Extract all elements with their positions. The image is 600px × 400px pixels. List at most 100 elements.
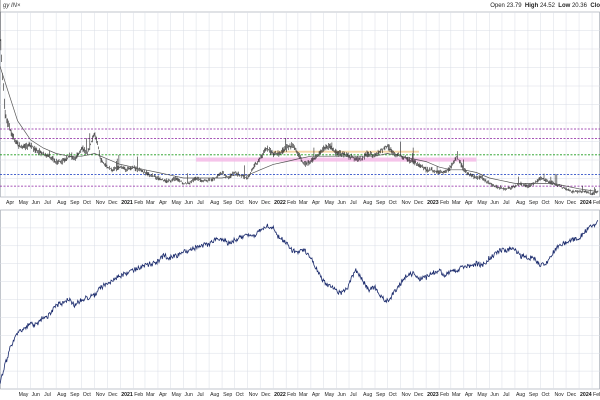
upper-axis-label: Sep	[376, 200, 385, 206]
lower-axis-label: May	[477, 392, 487, 398]
upper-axis-label: Oct	[83, 200, 92, 206]
lower-axis-label: Oct	[236, 392, 245, 398]
lower-axis-label: Nov	[402, 392, 412, 398]
upper-axis-label: Nov	[96, 200, 106, 206]
support-band-pink	[196, 157, 477, 162]
lower-axis-label: Aug	[516, 392, 525, 398]
upper-axis-label: Jul	[350, 200, 357, 206]
upper-axis-label: Jul	[197, 200, 204, 206]
upper-axis-label: Sep	[70, 200, 79, 206]
lower-axis-label: May	[19, 392, 29, 398]
upper-axis-label: Apr	[312, 200, 320, 206]
lower-axis-label: Oct	[83, 392, 92, 398]
upper-axis-label: Oct	[236, 200, 245, 206]
lower-axis-label: Dec	[108, 392, 118, 398]
upper-axis-label: Dec	[108, 200, 118, 206]
upper-axis-label: Nov	[402, 200, 412, 206]
upper-axis-label: Oct	[542, 200, 551, 206]
lower-axis-label: Nov	[554, 392, 564, 398]
upper-axis-label: Apr	[159, 200, 167, 206]
lower-axis-label: Apr	[312, 392, 320, 398]
upper-axis-label: Jun	[185, 200, 193, 206]
lower-axis-label: 2024	[580, 392, 592, 398]
lower-axis-label: Jul	[44, 392, 51, 398]
upper-axis-label: Dec	[567, 200, 577, 206]
lower-axis-label: Sep	[376, 392, 385, 398]
lower-axis-label: Dec	[567, 392, 577, 398]
lower-axis-label: Nov	[249, 392, 259, 398]
lower-axis-label: Feb	[593, 392, 600, 398]
lower-axis-label: Jul	[503, 392, 510, 398]
upper-axis-label: Nov	[249, 200, 259, 206]
upper-axis-label: Jun	[337, 200, 345, 206]
upper-axis-label: 2021	[121, 200, 133, 206]
lower-axis-label: 2021	[121, 392, 133, 398]
lower-axis-label: Oct	[389, 392, 398, 398]
upper-axis-label: May	[324, 200, 334, 206]
upper-axis-label: Jul	[503, 200, 510, 206]
lower-axis-label: Jul	[350, 392, 357, 398]
upper-axis-label: Oct	[389, 200, 398, 206]
lower-axis-label: Sep	[70, 392, 79, 398]
lower-axis-label: May	[324, 392, 334, 398]
upper-price-panel	[0, 0, 600, 198]
lower-axis-label: Feb	[134, 392, 143, 398]
lower-line-panel	[0, 209, 600, 390]
lower-axis-label: Jun	[185, 392, 193, 398]
upper-axis-label: Feb	[593, 200, 600, 206]
upper-axis-label: Feb	[134, 200, 143, 206]
upper-axis-label: Jun	[490, 200, 498, 206]
lower-axis-label: Mar	[146, 392, 155, 398]
upper-axis-label: May	[172, 200, 182, 206]
lower-axis-label: Dec	[414, 392, 424, 398]
lower-axis-label: Mar	[299, 392, 308, 398]
lower-axis-label: Jun	[490, 392, 498, 398]
lower-axis-label: 2022	[274, 392, 286, 398]
upper-axis-label: Aug	[363, 200, 372, 206]
upper-axis-label: Mar	[452, 200, 461, 206]
upper-axis-label: Feb	[440, 200, 449, 206]
lower-axis-label: 2023	[427, 392, 439, 398]
chart-window: gy IN× Open 23.79 High 24.52 Low 20.36 C…	[0, 0, 600, 400]
lower-axis-label: May	[172, 392, 182, 398]
upper-axis-label: Mar	[299, 200, 308, 206]
lower-axis-label: Sep	[223, 392, 232, 398]
lower-axis-label: Oct	[542, 392, 551, 398]
upper-axis-label: Aug	[516, 200, 525, 206]
upper-axis-label: May	[19, 200, 29, 206]
upper-axis-label: Sep	[223, 200, 232, 206]
lower-axis-label: Aug	[210, 392, 219, 398]
lower-axis-label: Sep	[529, 392, 538, 398]
lower-axis-label: Aug	[57, 392, 66, 398]
upper-axis-label: Aug	[57, 200, 66, 206]
upper-axis-label: Sep	[529, 200, 538, 206]
lower-axis-label: Feb	[287, 392, 296, 398]
resistance-band-orange	[273, 150, 419, 153]
lower-axis-label: Aug	[363, 392, 372, 398]
upper-axis-label: 2023	[427, 200, 439, 206]
upper-axis-label: Apr	[465, 200, 473, 206]
lower-axis-label: Dec	[261, 392, 271, 398]
lower-axis-label: Jul	[197, 392, 204, 398]
upper-axis-label: Jun	[32, 200, 40, 206]
upper-axis-label: 2022	[274, 200, 286, 206]
upper-axis-label: Mar	[146, 200, 155, 206]
lower-axis-label: Nov	[96, 392, 106, 398]
upper-axis-label: Apr	[6, 200, 14, 206]
upper-axis-label: Jul	[44, 200, 51, 206]
lower-axis-label: Jun	[337, 392, 345, 398]
chart-canvas[interactable]: Apr May Jun Jul Aug Sep Oct Nov Dec 2021 Feb Mar Apr…	[0, 0, 600, 400]
lower-axis-label: Apr	[159, 392, 167, 398]
upper-axis-label: Dec	[261, 200, 271, 206]
upper-axis-label: Feb	[287, 200, 296, 206]
lower-axis-label: Jun	[32, 392, 40, 398]
upper-axis-label: Nov	[554, 200, 564, 206]
lower-axis-label: Apr	[465, 392, 473, 398]
lower-axis-label: Mar	[452, 392, 461, 398]
lower-axis-label: Feb	[440, 392, 449, 398]
upper-axis-label: 2024	[580, 200, 592, 206]
upper-axis-label: Aug	[210, 200, 219, 206]
upper-axis-label: May	[477, 200, 487, 206]
upper-axis-label: Dec	[414, 200, 424, 206]
lower-date-axis: May Jun Jul Aug Sep Oct Nov Dec 2021 Feb Mar Apr May…	[19, 392, 600, 398]
